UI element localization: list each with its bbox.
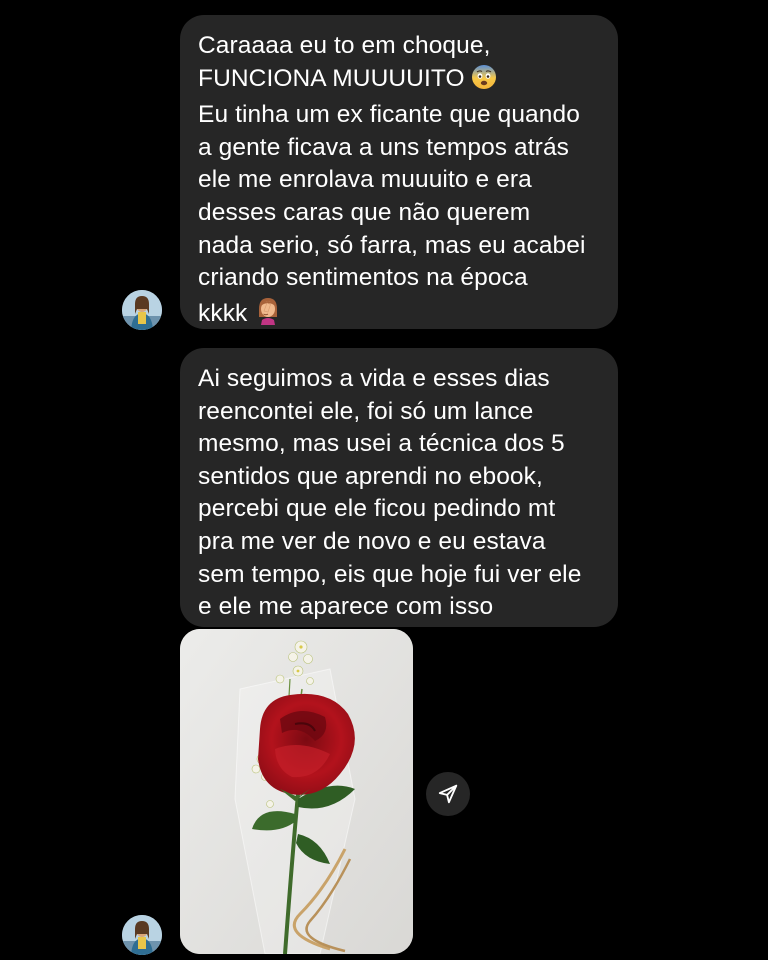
photo-message[interactable] xyxy=(180,629,413,954)
profile-photo-icon xyxy=(122,915,162,955)
profile-photo-icon xyxy=(122,290,162,330)
message-text: mesmo, mas usei a técnica dos 5 xyxy=(198,430,565,458)
message-text: pra me ver de novo e eu estava xyxy=(198,527,546,555)
woman-facepalming-emoji-icon xyxy=(253,295,283,335)
red-rose-bouquet-image xyxy=(180,629,413,954)
message-text: Caraaaa eu to em choque, xyxy=(198,32,491,59)
message-text: nada serio, só farra, mas eu acabei xyxy=(198,231,586,259)
share-button[interactable] xyxy=(426,772,470,816)
message-text: kkkk xyxy=(198,299,248,327)
message-text: FUNCIONA MUUUUITO xyxy=(198,64,465,92)
avatar[interactable] xyxy=(122,915,162,955)
message-text: ele me enrolava muuuito e era xyxy=(198,166,532,194)
message-text: sentidos que aprendi no ebook, xyxy=(198,462,543,490)
fearful-face-emoji-icon xyxy=(471,64,497,100)
send-paper-plane-icon xyxy=(438,784,458,804)
message-text: a gente ficava a uns tempos atrás xyxy=(198,133,570,161)
message-bubble[interactable]: Caraaaa eu to em choque, FUNCIONA MUUUUI… xyxy=(180,15,618,329)
message-text: Eu tinha um ex ficante que quando xyxy=(198,101,580,129)
message-text: Ai seguimos a vida e esses dias xyxy=(198,365,550,392)
message-bubble[interactable]: Ai seguimos a vida e esses dias reencont… xyxy=(180,348,618,627)
message-text: sem tempo, eis que hoje fui ver ele xyxy=(198,560,582,588)
message-text: criando sentimentos na época xyxy=(198,264,528,292)
message-text: reencontei ele, foi só um lance xyxy=(198,397,534,425)
message-text: e ele me aparece com isso xyxy=(198,593,494,621)
message-text: desses caras que não querem xyxy=(198,198,531,226)
message-text: percebi que ele ficou pedindo mt xyxy=(198,495,556,523)
avatar[interactable] xyxy=(122,290,162,330)
